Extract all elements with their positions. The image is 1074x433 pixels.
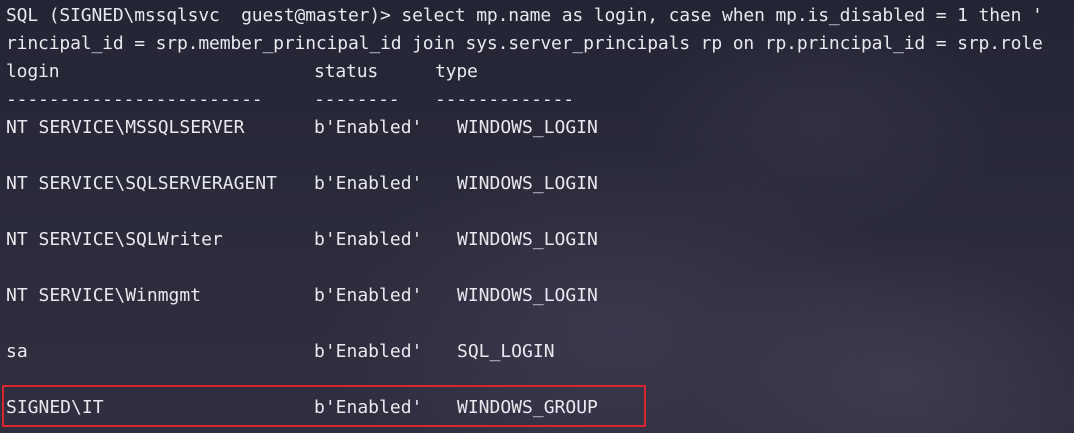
command-line: SQL (SIGNED\mssqlsvc guest@master)> sele… xyxy=(6,5,1043,26)
row-status: b'Enabled' xyxy=(314,285,423,306)
row-login: NT SERVICE\SQLSERVERAGENT xyxy=(6,173,277,194)
row-status: b'Enabled' xyxy=(314,173,423,194)
row-status: b'Enabled' xyxy=(314,229,423,250)
row-login: NT SERVICE\MSSQLSERVER xyxy=(6,117,245,138)
command-line-continuation: rincipal_id = srp.member_principal_id jo… xyxy=(6,33,1043,54)
row-login: sa xyxy=(6,341,28,362)
header-type: type xyxy=(435,61,478,82)
highlight-box xyxy=(2,385,646,427)
header-status: status xyxy=(314,61,379,82)
separator-type: ------------- xyxy=(435,89,574,110)
row-type: WINDOWS_LOGIN xyxy=(457,285,598,306)
separator-status: -------- xyxy=(314,89,400,110)
row-type: SQL_LOGIN xyxy=(457,341,555,362)
terminal-window[interactable]: SQL (SIGNED\mssqlsvc guest@master)> sele… xyxy=(0,0,1074,433)
row-type: WINDOWS_LOGIN xyxy=(457,229,598,250)
row-type: WINDOWS_LOGIN xyxy=(457,117,598,138)
row-status: b'Enabled' xyxy=(314,117,423,138)
row-type: WINDOWS_LOGIN xyxy=(457,173,598,194)
result-separator: ------------------------ -------- ------… xyxy=(6,88,574,112)
row-login: NT SERVICE\Winmgmt xyxy=(6,285,202,306)
separator-login: ------------------------ xyxy=(6,89,263,110)
row-login: NT SERVICE\SQLWriter xyxy=(6,229,223,250)
row-status: b'Enabled' xyxy=(314,341,423,362)
result-header: login status type xyxy=(6,60,478,84)
header-login: login xyxy=(6,61,60,82)
